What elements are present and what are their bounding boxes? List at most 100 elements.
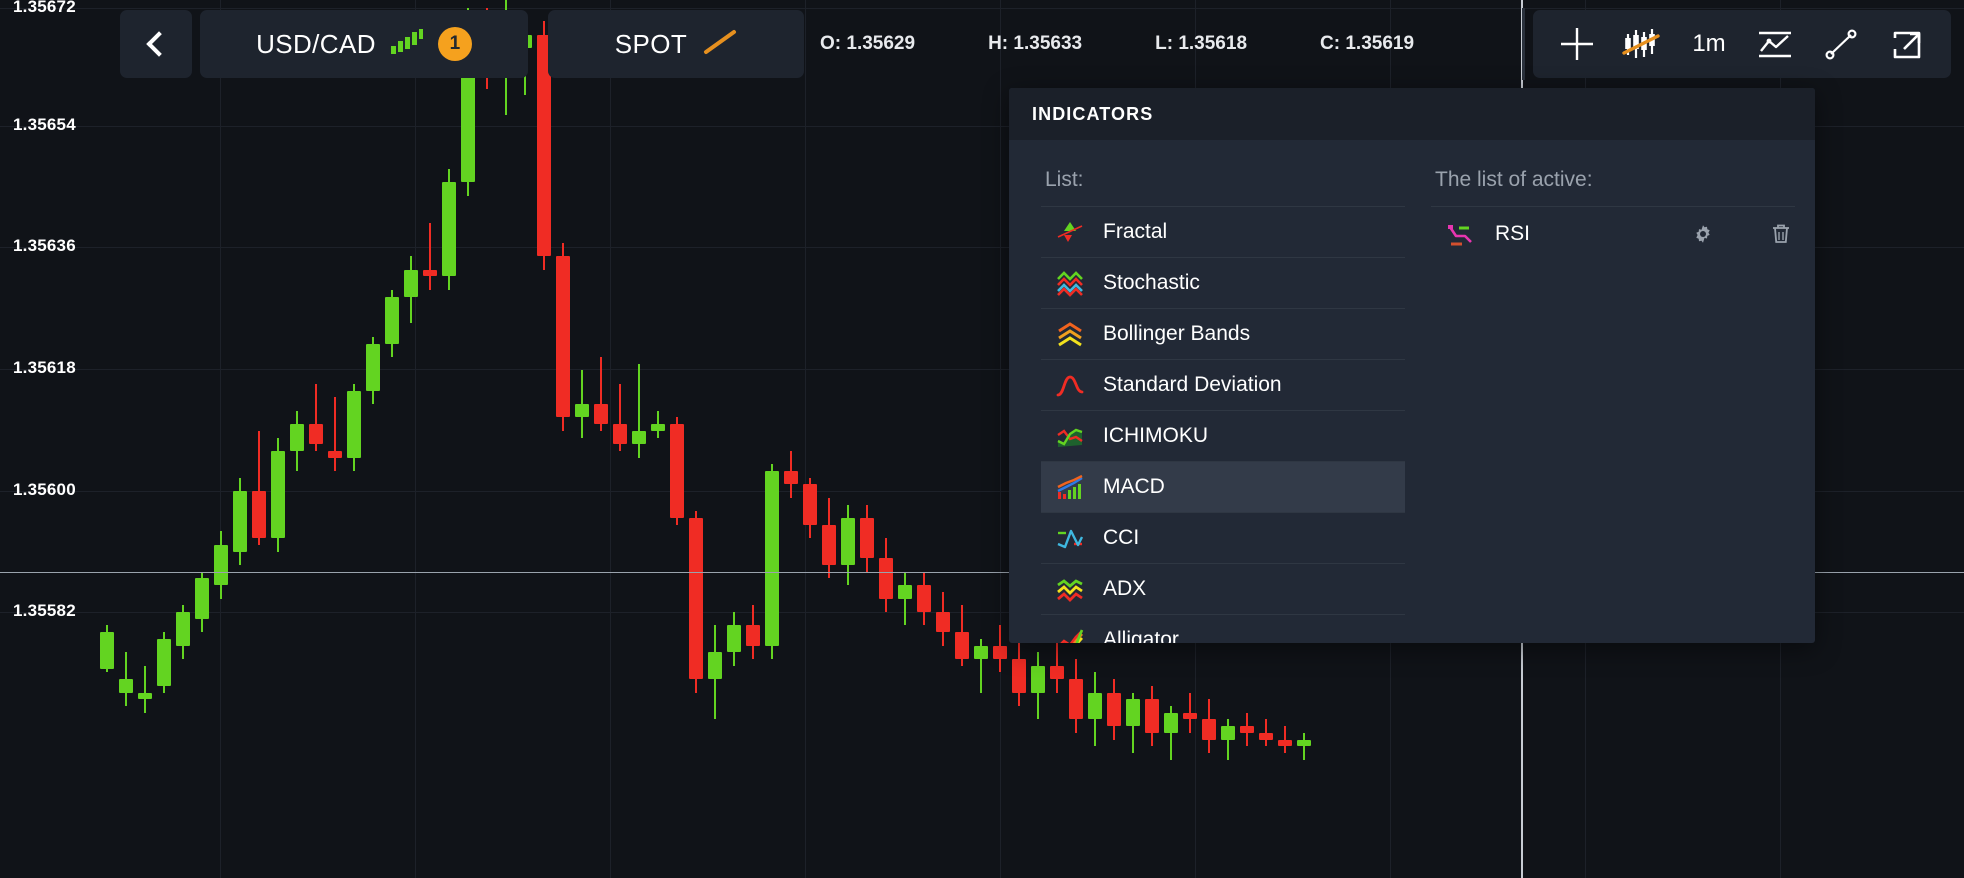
candle (271, 0, 285, 878)
candle (651, 0, 665, 878)
candle (613, 0, 627, 878)
candle (632, 0, 646, 878)
instrument-selector[interactable]: USD/CAD 1 (200, 10, 528, 78)
candle-wick (429, 222, 431, 290)
indicator-item-standard-deviation[interactable]: Standard Deviation (1041, 359, 1405, 410)
price-axis-label: 1.35654 (13, 115, 76, 134)
drawing-line-icon[interactable] (1815, 18, 1867, 70)
candle-body (385, 296, 399, 344)
panel-title: INDICATORS (1032, 103, 1154, 124)
candle (708, 0, 722, 878)
price-axis-label: 1.35672 (13, 0, 76, 16)
candle-wick (904, 571, 906, 626)
adx-icon (1055, 574, 1085, 604)
candle (442, 0, 456, 878)
crosshair-icon[interactable] (1551, 18, 1603, 70)
candle-body (252, 491, 266, 539)
candle-body (138, 692, 152, 700)
active-list-label: The list of active: (1435, 168, 1593, 191)
candle-body (822, 524, 836, 566)
indicator-list: Fractal Stochastic Bollinger Bands Standard… (1041, 206, 1405, 643)
market-mode-selector[interactable]: SPOT (548, 10, 804, 78)
chevron-left-icon (146, 31, 172, 57)
indicator-item-adx[interactable]: ADX (1041, 563, 1405, 614)
candle-body (936, 612, 950, 633)
candle-body (1183, 712, 1197, 720)
indicators-icon[interactable] (1749, 18, 1801, 70)
price-axis-label: 1.35582 (13, 601, 76, 620)
candle-body (347, 390, 361, 458)
candle (841, 0, 855, 878)
candle-body (157, 638, 171, 686)
candle (176, 0, 190, 878)
indicators-panel: INDICATORS List: Fractal Stochastic Bollin… (1009, 88, 1815, 643)
candle-body (670, 424, 684, 519)
trading-app: 1.35672 1.35654 1.35636 1.35618 1.35600 1.355… (0, 0, 1964, 878)
candle-body (841, 518, 855, 565)
candle (898, 0, 912, 878)
indicator-item-macd[interactable]: MACD (1041, 461, 1405, 512)
candle (594, 0, 608, 878)
fractal-icon (1055, 217, 1085, 247)
indicator-item-alligator[interactable]: Alligator (1041, 614, 1405, 643)
candle (461, 0, 475, 878)
indicator-item-ichimoku[interactable]: ICHIMOKU (1041, 410, 1405, 461)
candle-body (651, 424, 665, 431)
active-indicator-column: The list of active: RSI (1431, 168, 1795, 643)
candle-body (974, 645, 988, 659)
candle-body (632, 430, 646, 445)
candle-wick (1303, 732, 1305, 760)
candle (879, 0, 893, 878)
active-indicator-label: RSI (1495, 221, 1531, 245)
price-axis-label: 1.35618 (13, 358, 76, 377)
gear-icon[interactable] (1689, 220, 1717, 248)
candle-body (442, 182, 456, 277)
active-indicator-row: RSI (1431, 206, 1795, 260)
candle-body (746, 625, 760, 646)
candle (803, 0, 817, 878)
candle-body (1202, 719, 1216, 740)
candlestick-type-icon[interactable] (1617, 18, 1669, 70)
candle-body (917, 585, 931, 612)
trash-icon[interactable] (1767, 220, 1795, 248)
indicator-label: ICHIMOKU (1103, 424, 1208, 447)
candle (537, 0, 551, 878)
candle (328, 0, 342, 878)
candle-wick (144, 665, 146, 713)
candle-body (176, 612, 190, 646)
indicator-label: MACD (1103, 475, 1165, 498)
indicator-item-cci[interactable]: CCI (1041, 512, 1405, 563)
candle-body (290, 424, 304, 451)
candle (100, 0, 114, 878)
back-button[interactable] (120, 10, 192, 78)
candle-body (898, 585, 912, 599)
indicator-label: Bollinger Bands (1103, 322, 1251, 345)
candle (518, 0, 532, 878)
indicator-item-stochastic[interactable]: Stochastic (1041, 257, 1405, 308)
indicator-item-fractal[interactable]: Fractal (1041, 206, 1405, 257)
candle-body (271, 450, 285, 539)
candle (974, 0, 988, 878)
candle (955, 0, 969, 878)
indicator-list-column: List: Fractal Stochastic Bollinger Bands St… (1041, 168, 1405, 643)
indicator-label: ADX (1103, 577, 1147, 600)
candle (233, 0, 247, 878)
indicator-label: Stochastic (1103, 271, 1200, 294)
active-indicator-list: RSI (1431, 206, 1795, 260)
candle (480, 0, 494, 878)
candle (195, 0, 209, 878)
indicator-item-bollinger-bands[interactable]: Bollinger Bands (1041, 308, 1405, 359)
candle-body (1221, 726, 1235, 740)
candle (214, 0, 228, 878)
candle (347, 0, 361, 878)
fullscreen-icon[interactable] (1881, 18, 1933, 70)
candle (860, 0, 874, 878)
alligator-icon (1055, 625, 1085, 643)
candle-body (328, 450, 342, 458)
candle-body (1069, 679, 1083, 720)
candle (670, 0, 684, 878)
candle (784, 0, 798, 878)
candle-body (803, 484, 817, 525)
candle (917, 0, 931, 878)
timeframe-button[interactable]: 1m (1683, 18, 1735, 70)
